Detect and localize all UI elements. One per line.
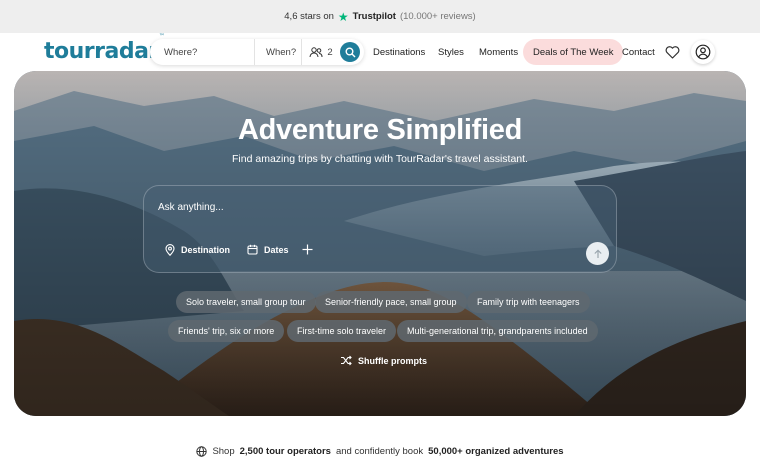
destination-button[interactable]: Destination xyxy=(165,244,230,256)
travelers-count: 2 xyxy=(327,46,333,58)
trustpilot-bar: 4,6 stars on ★ Trustpilot (10.000+ revie… xyxy=(0,0,760,33)
search-button[interactable] xyxy=(340,42,360,62)
tourradar-logo[interactable]: tourradar™ xyxy=(44,33,165,64)
plus-icon xyxy=(302,244,313,255)
dates-label: Dates xyxy=(264,244,289,255)
calendar-icon xyxy=(247,244,258,255)
account-button[interactable] xyxy=(691,40,715,64)
prompt-chip[interactable]: First-time solo traveler xyxy=(287,320,397,342)
trust-statement: Shop 2,500 tour operators and confidentl… xyxy=(0,446,760,457)
user-icon xyxy=(695,44,711,60)
statement-middle: and confidently book xyxy=(335,446,424,457)
destination-label: Destination xyxy=(181,245,231,255)
where-input[interactable]: Where? xyxy=(150,39,255,65)
chat-input[interactable]: Ask anything... xyxy=(158,202,224,213)
hero-section: Adventure Simplified Find amazing trips … xyxy=(14,71,746,416)
hero-subtitle: Find amazing trips by chatting with Tour… xyxy=(232,153,528,165)
dates-button[interactable]: Dates xyxy=(247,244,289,255)
arrow-up-icon xyxy=(593,248,602,258)
travelers-selector[interactable]: 2 xyxy=(302,39,340,65)
statement-prefix: Shop xyxy=(212,446,235,457)
nav-styles[interactable]: Styles xyxy=(438,39,464,65)
wishlist-button[interactable] xyxy=(663,44,681,60)
nav-destinations[interactable]: Destinations xyxy=(373,39,425,65)
globe-icon xyxy=(196,446,208,457)
top-navbar: tourradar™ Where? When? 2 Destinations S… xyxy=(0,33,760,71)
add-option-button[interactable] xyxy=(302,244,313,255)
search-pill: Where? When? 2 xyxy=(150,39,364,65)
prompt-chip[interactable]: Senior-friendly pace, small group xyxy=(315,291,467,313)
prompt-chip[interactable]: Multi-generational trip, grandparents in… xyxy=(397,320,598,342)
rating-text: 4,6 stars on xyxy=(284,11,334,22)
send-button[interactable] xyxy=(586,242,609,265)
chat-input-box[interactable]: Ask anything... Destination Dates xyxy=(143,185,617,273)
shuffle-prompts-button[interactable]: Shuffle prompts xyxy=(340,355,427,366)
trustpilot-star-icon: ★ xyxy=(337,9,349,24)
heart-icon xyxy=(665,45,679,59)
trustpilot-brand[interactable]: Trustpilot xyxy=(353,11,396,22)
operators-count: 2,500 tour operators xyxy=(239,446,331,457)
prompt-chip[interactable]: Friends' trip, six or more xyxy=(168,320,285,342)
when-input[interactable]: When? xyxy=(255,39,302,65)
shuffle-icon xyxy=(341,355,352,366)
search-icon xyxy=(345,47,355,57)
nav-moments[interactable]: Moments xyxy=(479,39,518,65)
hero-title: Adventure Simplified xyxy=(237,114,523,146)
prompt-chip[interactable]: Solo traveler, small group tour xyxy=(176,291,316,313)
prompt-chip[interactable]: Family trip with teenagers xyxy=(467,291,590,313)
location-pin-icon xyxy=(165,244,175,256)
reviews-count: (10.000+ reviews) xyxy=(399,11,476,22)
people-icon xyxy=(309,46,323,57)
nav-deals-of-the-week[interactable]: Deals of The Week xyxy=(523,39,624,65)
shuffle-label: Shuffle prompts xyxy=(358,355,427,366)
adventures-count: 50,000+ organized adventures xyxy=(428,446,564,457)
nav-contact[interactable]: Contact xyxy=(622,39,655,65)
logo-text: tourradar xyxy=(44,39,159,64)
